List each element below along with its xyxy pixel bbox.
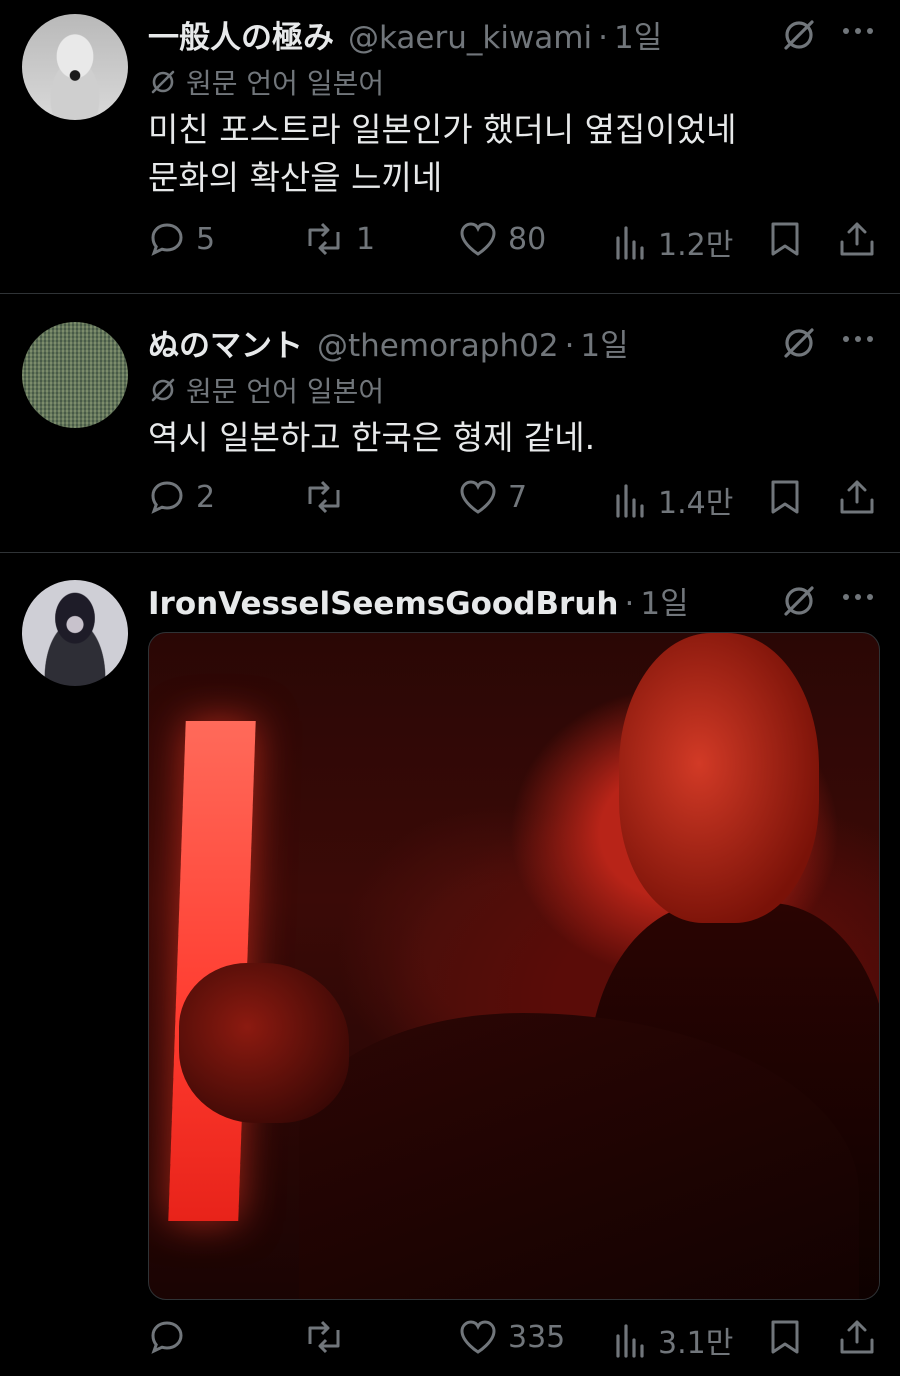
heart-icon <box>460 222 496 256</box>
separator-dot: · <box>624 586 635 622</box>
user-handle[interactable]: @themoraph02 <box>317 328 559 364</box>
tweet-media-image[interactable] <box>148 632 880 1300</box>
timestamp[interactable]: 1일 <box>614 12 662 57</box>
share-button[interactable] <box>838 1318 876 1356</box>
share-icon <box>840 222 874 256</box>
timestamp[interactable]: 1일 <box>580 320 628 365</box>
more-icon[interactable] <box>838 16 878 46</box>
share-button[interactable] <box>838 220 876 258</box>
views-icon <box>616 226 644 260</box>
share-icon <box>840 1320 874 1354</box>
reply-icon <box>151 481 183 514</box>
image-figure-hand <box>179 963 349 1123</box>
separator-dot: · <box>598 20 608 56</box>
repost-icon <box>308 480 340 514</box>
like-count: 335 <box>508 1319 566 1355</box>
reply-count: 5 <box>196 221 216 257</box>
share-button[interactable] <box>838 478 876 516</box>
like-button[interactable]: 335 <box>458 1318 565 1356</box>
reply-button[interactable] <box>148 1318 196 1356</box>
grok-icon[interactable] <box>780 582 818 620</box>
display-name[interactable]: ぬのマント <box>148 320 303 365</box>
separator-dot: · <box>564 328 575 364</box>
repost-button[interactable]: 1 <box>302 220 375 258</box>
heart-icon <box>460 480 496 514</box>
translation-note[interactable]: 원문 언어 일본어 <box>148 62 384 102</box>
action-bar: 5 1 80 1.2만 <box>0 220 900 264</box>
bookmark-button[interactable] <box>768 478 802 516</box>
reply-button[interactable]: 5 <box>148 220 215 258</box>
tweet-text: 역시 일본하고 한국은 형제 같네. <box>148 414 595 462</box>
timestamp[interactable]: 1일 <box>640 578 688 623</box>
grok-icon[interactable] <box>780 16 818 54</box>
repost-icon <box>308 222 340 256</box>
avatar[interactable] <box>22 14 128 120</box>
views-icon <box>616 1324 644 1358</box>
like-button[interactable]: 7 <box>458 478 527 516</box>
heart-icon <box>460 1320 496 1354</box>
reply-feed: 一般人の極み @kaeru_kiwami · 1일 원문 언어 일본어 미친 포… <box>0 0 900 1376</box>
tweet-header: 一般人の極み @kaeru_kiwami · 1일 <box>148 12 662 56</box>
view-count: 3.1만 <box>658 1326 734 1361</box>
views-button[interactable]: 1.2만 <box>614 220 733 264</box>
view-count: 1.2만 <box>658 228 734 263</box>
display-name[interactable]: 一般人の極み <box>148 12 334 57</box>
tweet-text-line: 문화의 확산을 느끼네 <box>148 158 443 197</box>
like-count: 80 <box>508 221 547 257</box>
translation-label: 원문 언어 일본어 <box>186 67 385 100</box>
repost-button[interactable] <box>302 478 356 516</box>
views-icon <box>616 484 644 518</box>
reply-button[interactable]: 2 <box>148 478 215 516</box>
avatar[interactable] <box>22 580 128 686</box>
share-icon <box>840 480 874 514</box>
tweet-text-line: 미친 포스트라 일본인가 했더니 옆집이었네 <box>148 110 737 149</box>
tweet-2[interactable]: ぬのマント @themoraph02 · 1일 원문 언어 일본어 역시 일본하… <box>0 308 900 552</box>
display-name[interactable]: IronVesselSeemsGoodBruh <box>148 586 618 622</box>
action-bar: 335 3.1만 <box>0 1318 900 1362</box>
bookmark-icon <box>771 1320 799 1354</box>
tweet-header: IronVesselSeemsGoodBruh · 1일 <box>148 578 689 622</box>
action-bar: 2 7 1.4만 <box>0 478 900 522</box>
tweet-1[interactable]: 一般人の極み @kaeru_kiwami · 1일 원문 언어 일본어 미친 포… <box>0 0 900 293</box>
reply-icon <box>151 1321 183 1354</box>
views-button[interactable]: 1.4만 <box>614 478 733 522</box>
repost-icon <box>308 1320 340 1354</box>
repost-count: 1 <box>356 221 376 257</box>
views-button[interactable]: 3.1만 <box>614 1318 733 1362</box>
more-icon[interactable] <box>838 582 878 612</box>
bookmark-button[interactable] <box>768 220 802 258</box>
tweet-header: ぬのマント @themoraph02 · 1일 <box>148 320 629 364</box>
more-icon[interactable] <box>838 324 878 354</box>
divider <box>0 552 900 553</box>
image-figure-face <box>619 633 819 923</box>
translation-note[interactable]: 원문 언어 일본어 <box>148 370 384 410</box>
reply-count: 2 <box>196 479 216 515</box>
tweet-text-line: 역시 일본하고 한국은 형제 같네. <box>148 418 596 457</box>
view-count: 1.4만 <box>658 486 734 521</box>
bookmark-icon <box>771 480 799 514</box>
grok-icon[interactable] <box>780 324 818 362</box>
like-count: 7 <box>508 479 528 515</box>
avatar[interactable] <box>22 322 128 428</box>
bookmark-icon <box>771 222 799 256</box>
like-button[interactable]: 80 <box>458 220 546 258</box>
grok-icon <box>151 378 175 402</box>
repost-button[interactable] <box>302 1318 356 1356</box>
user-handle[interactable]: @kaeru_kiwami <box>348 20 592 56</box>
grok-icon <box>151 70 175 94</box>
reply-icon <box>151 223 183 256</box>
divider <box>0 293 900 294</box>
translation-label: 원문 언어 일본어 <box>186 375 385 408</box>
bookmark-button[interactable] <box>768 1318 802 1356</box>
tweet-text: 미친 포스트라 일본인가 했더니 옆집이었네 문화의 확산을 느끼네 <box>148 106 736 202</box>
